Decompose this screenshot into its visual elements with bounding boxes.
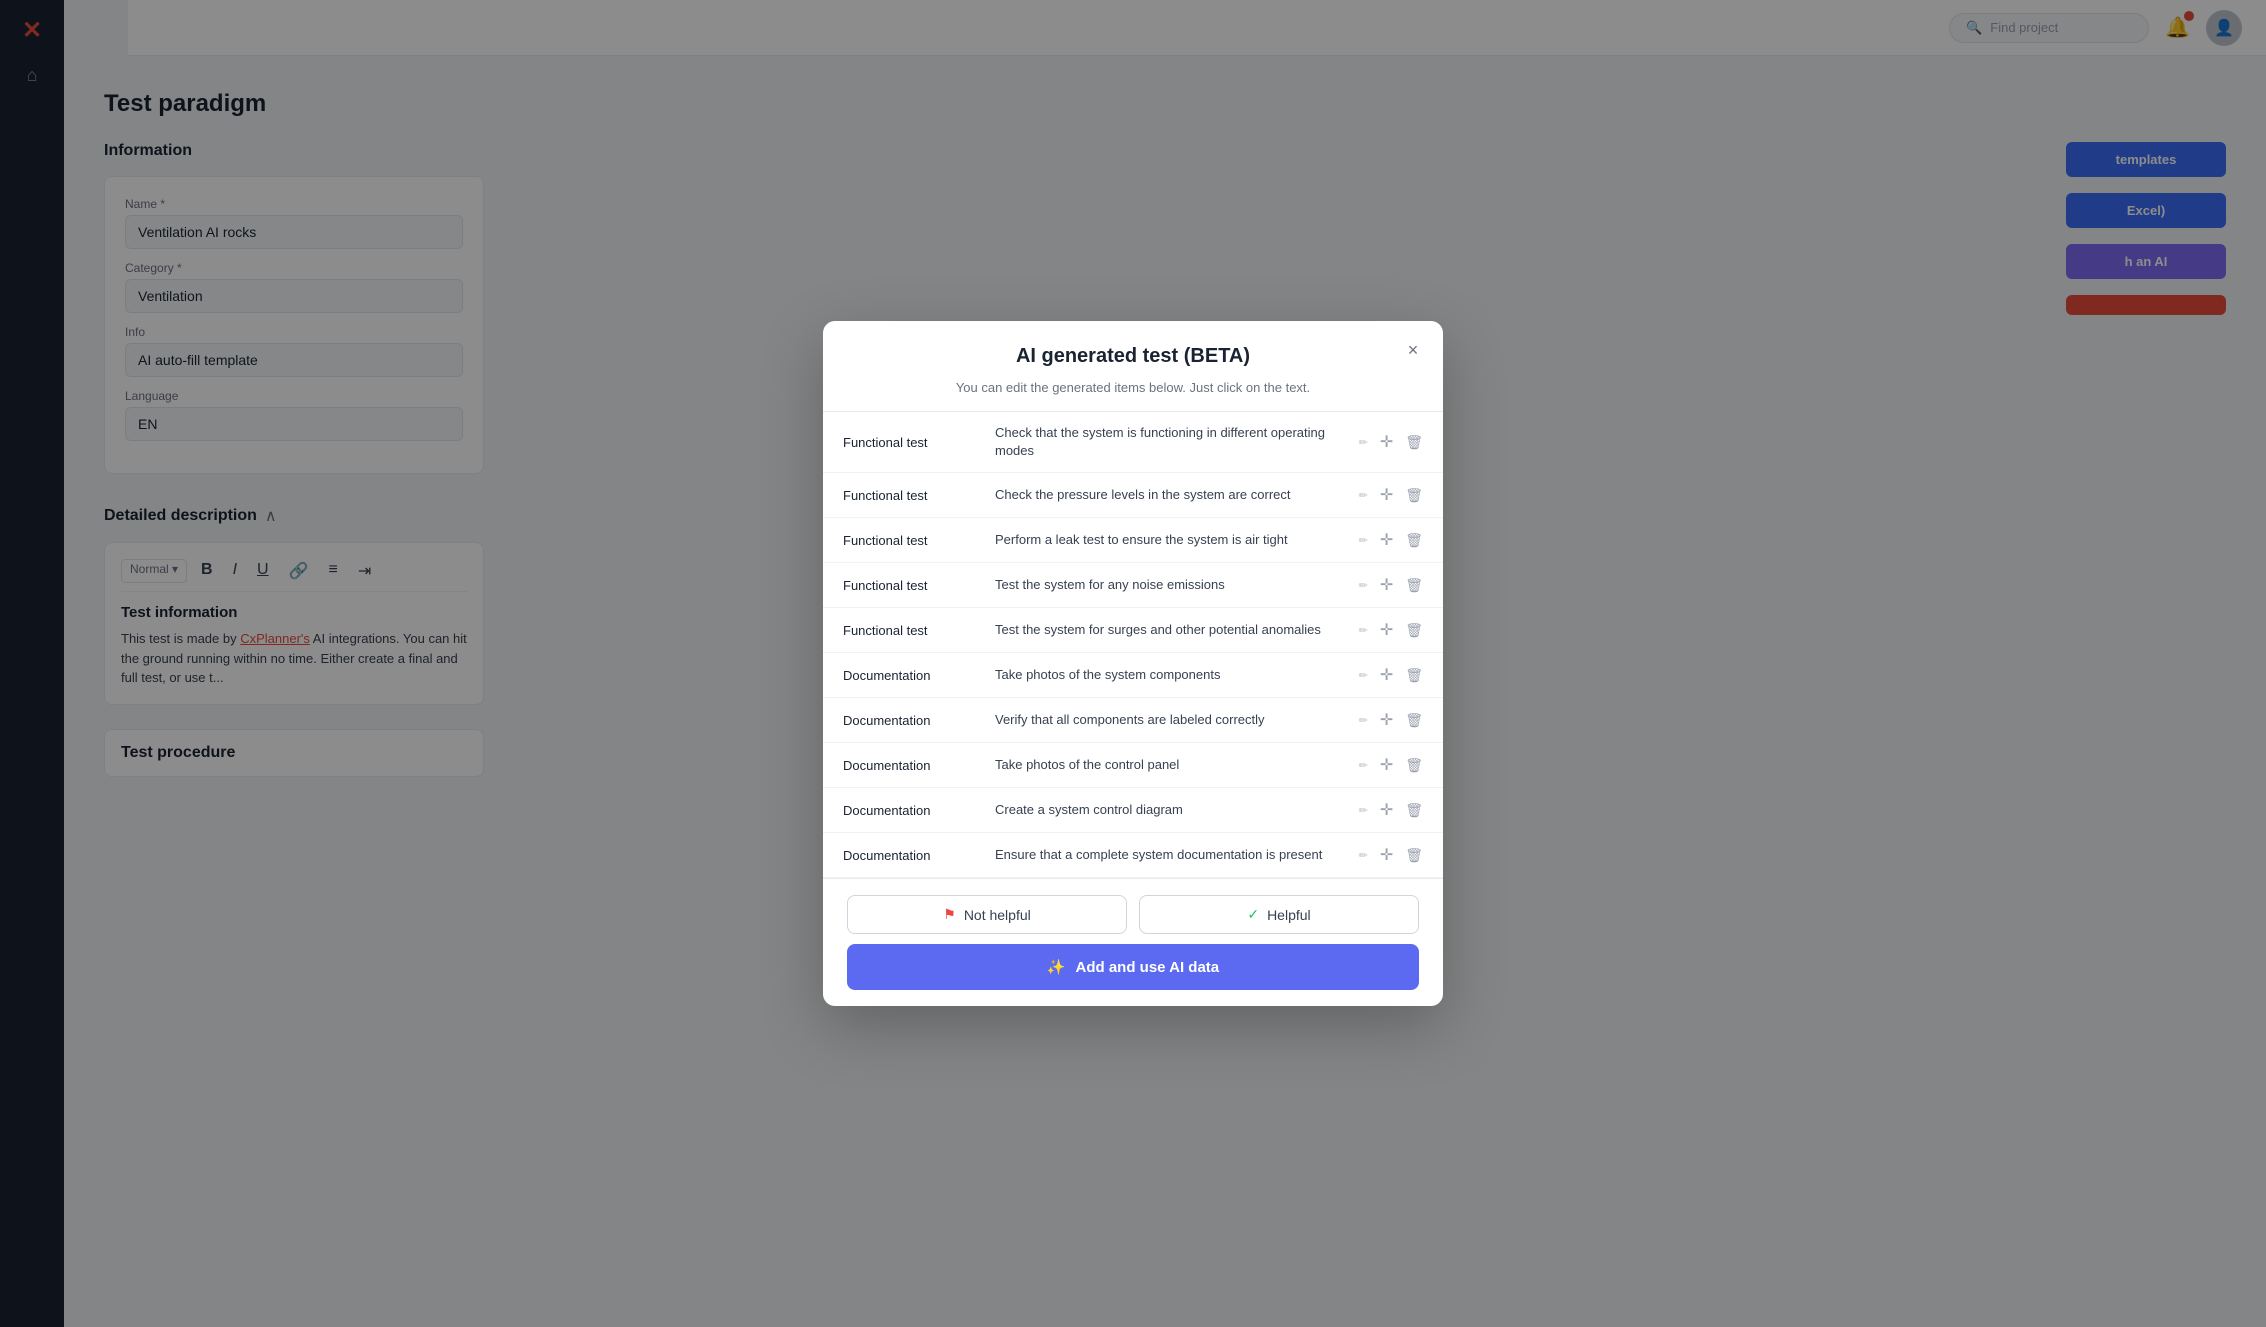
modal-title: AI generated test (BETA): [847, 345, 1419, 368]
move-icon[interactable]: ✛: [1380, 755, 1393, 775]
modal-close-button[interactable]: ×: [1399, 337, 1427, 365]
edit-icon: ✏: [1359, 804, 1368, 817]
test-description[interactable]: Perform a leak test to ensure the system…: [995, 531, 1347, 549]
test-category[interactable]: Documentation: [843, 668, 983, 683]
modal-header: AI generated test (BETA) You can edit th…: [823, 321, 1443, 412]
delete-icon[interactable]: 🗑: [1405, 712, 1423, 729]
edit-icon: ✏: [1359, 714, 1368, 727]
edit-icon: ✏: [1359, 759, 1368, 772]
edit-icon: ✏: [1359, 624, 1368, 637]
not-helpful-label: Not helpful: [964, 907, 1031, 923]
delete-icon[interactable]: 🗑: [1405, 847, 1423, 864]
test-description[interactable]: Test the system for surges and other pot…: [995, 621, 1347, 639]
test-category[interactable]: Functional test: [843, 578, 983, 593]
move-icon[interactable]: ✛: [1380, 432, 1393, 452]
delete-icon[interactable]: 🗑: [1405, 487, 1423, 504]
test-category[interactable]: Documentation: [843, 848, 983, 863]
not-helpful-button[interactable]: ⚑ Not helpful: [847, 895, 1127, 934]
sparkle-icon: ✨: [1047, 958, 1066, 976]
edit-icon: ✏: [1359, 579, 1368, 592]
move-icon[interactable]: ✛: [1380, 845, 1393, 865]
modal-subtitle: You can edit the generated items below. …: [847, 380, 1419, 395]
edit-icon: ✏: [1359, 436, 1368, 449]
test-item: Documentation Ensure that a complete sys…: [823, 833, 1443, 878]
helpful-label: Helpful: [1267, 907, 1311, 923]
test-description[interactable]: Take photos of the control panel: [995, 756, 1347, 774]
delete-icon[interactable]: 🗑: [1405, 434, 1423, 451]
modal: AI generated test (BETA) You can edit th…: [823, 321, 1443, 1006]
delete-icon[interactable]: 🗑: [1405, 802, 1423, 819]
edit-icon: ✏: [1359, 669, 1368, 682]
helpful-button[interactable]: ✓ Helpful: [1139, 895, 1419, 934]
test-description[interactable]: Test the system for any noise emissions: [995, 576, 1347, 594]
test-category[interactable]: Functional test: [843, 488, 983, 503]
move-icon[interactable]: ✛: [1380, 530, 1393, 550]
test-description[interactable]: Ensure that a complete system documentat…: [995, 846, 1347, 864]
test-item: Documentation Take photos of the control…: [823, 743, 1443, 788]
delete-icon[interactable]: 🗑: [1405, 757, 1423, 774]
add-ai-button[interactable]: ✨ Add and use AI data: [847, 944, 1419, 990]
modal-overlay: AI generated test (BETA) You can edit th…: [0, 0, 2266, 1327]
delete-icon[interactable]: 🗑: [1405, 577, 1423, 594]
test-item: Documentation Verify that all components…: [823, 698, 1443, 743]
move-icon[interactable]: ✛: [1380, 575, 1393, 595]
test-description[interactable]: Verify that all components are labeled c…: [995, 711, 1347, 729]
edit-icon: ✏: [1359, 489, 1368, 502]
test-description[interactable]: Check that the system is functioning in …: [995, 424, 1347, 460]
feedback-buttons: ⚑ Not helpful ✓ Helpful: [847, 895, 1419, 934]
test-item: Functional test Check that the system is…: [823, 412, 1443, 473]
test-description[interactable]: Create a system control diagram: [995, 801, 1347, 819]
test-category[interactable]: Documentation: [843, 803, 983, 818]
edit-icon: ✏: [1359, 534, 1368, 547]
test-item: Functional test Check the pressure level…: [823, 473, 1443, 518]
test-category[interactable]: Functional test: [843, 533, 983, 548]
add-ai-label: Add and use AI data: [1076, 959, 1220, 976]
delete-icon[interactable]: 🗑: [1405, 667, 1423, 684]
test-item: Functional test Test the system for surg…: [823, 608, 1443, 653]
move-icon[interactable]: ✛: [1380, 665, 1393, 685]
move-icon[interactable]: ✛: [1380, 620, 1393, 640]
test-category[interactable]: Documentation: [843, 713, 983, 728]
move-icon[interactable]: ✛: [1380, 710, 1393, 730]
delete-icon[interactable]: 🗑: [1405, 622, 1423, 639]
test-category[interactable]: Functional test: [843, 623, 983, 638]
test-item: Functional test Perform a leak test to e…: [823, 518, 1443, 563]
test-description[interactable]: Check the pressure levels in the system …: [995, 486, 1347, 504]
edit-icon: ✏: [1359, 849, 1368, 862]
test-category[interactable]: Documentation: [843, 758, 983, 773]
delete-icon[interactable]: 🗑: [1405, 532, 1423, 549]
test-item: Functional test Test the system for any …: [823, 563, 1443, 608]
test-category[interactable]: Functional test: [843, 435, 983, 450]
test-item: Documentation Create a system control di…: [823, 788, 1443, 833]
test-description[interactable]: Take photos of the system components: [995, 666, 1347, 684]
modal-body: Functional test Check that the system is…: [823, 412, 1443, 878]
modal-footer: ⚑ Not helpful ✓ Helpful ✨ Add and use AI…: [823, 878, 1443, 1006]
move-icon[interactable]: ✛: [1380, 800, 1393, 820]
check-circle-icon: ✓: [1247, 906, 1259, 923]
test-item: Documentation Take photos of the system …: [823, 653, 1443, 698]
move-icon[interactable]: ✛: [1380, 485, 1393, 505]
flag-icon: ⚑: [943, 906, 956, 923]
